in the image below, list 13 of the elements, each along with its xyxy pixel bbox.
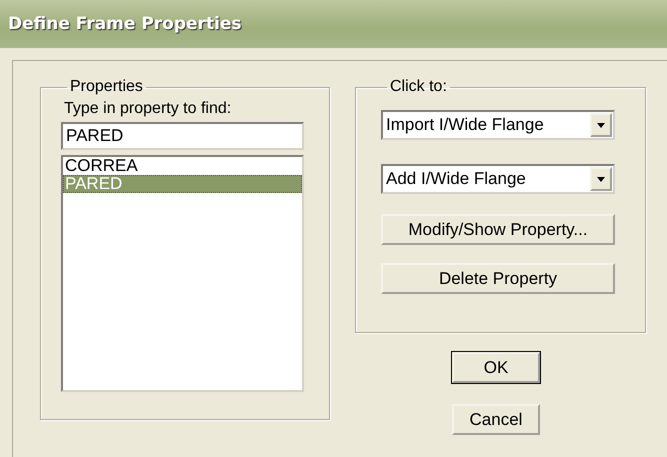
list-item[interactable]: CORREA xyxy=(63,157,302,175)
property-list[interactable]: CORREA PARED xyxy=(61,155,304,392)
action-button[interactable]: Delete Property xyxy=(381,263,615,294)
action-button[interactable]: Modify/Show Property... xyxy=(381,214,615,245)
search-label: Type in property to find: xyxy=(64,100,232,118)
dialog-button[interactable]: Cancel xyxy=(452,404,540,435)
dropdown[interactable]: Add I/Wide Flange xyxy=(381,164,615,194)
search-field[interactable]: PARED xyxy=(61,122,304,150)
dialog-button[interactable]: OK xyxy=(452,352,540,383)
group-title: Properties xyxy=(69,78,144,96)
group-title: Click to: xyxy=(389,78,448,96)
window-title: Define Frame Properties xyxy=(8,14,242,34)
dropdown[interactable]: Import I/Wide Flange xyxy=(381,110,615,140)
